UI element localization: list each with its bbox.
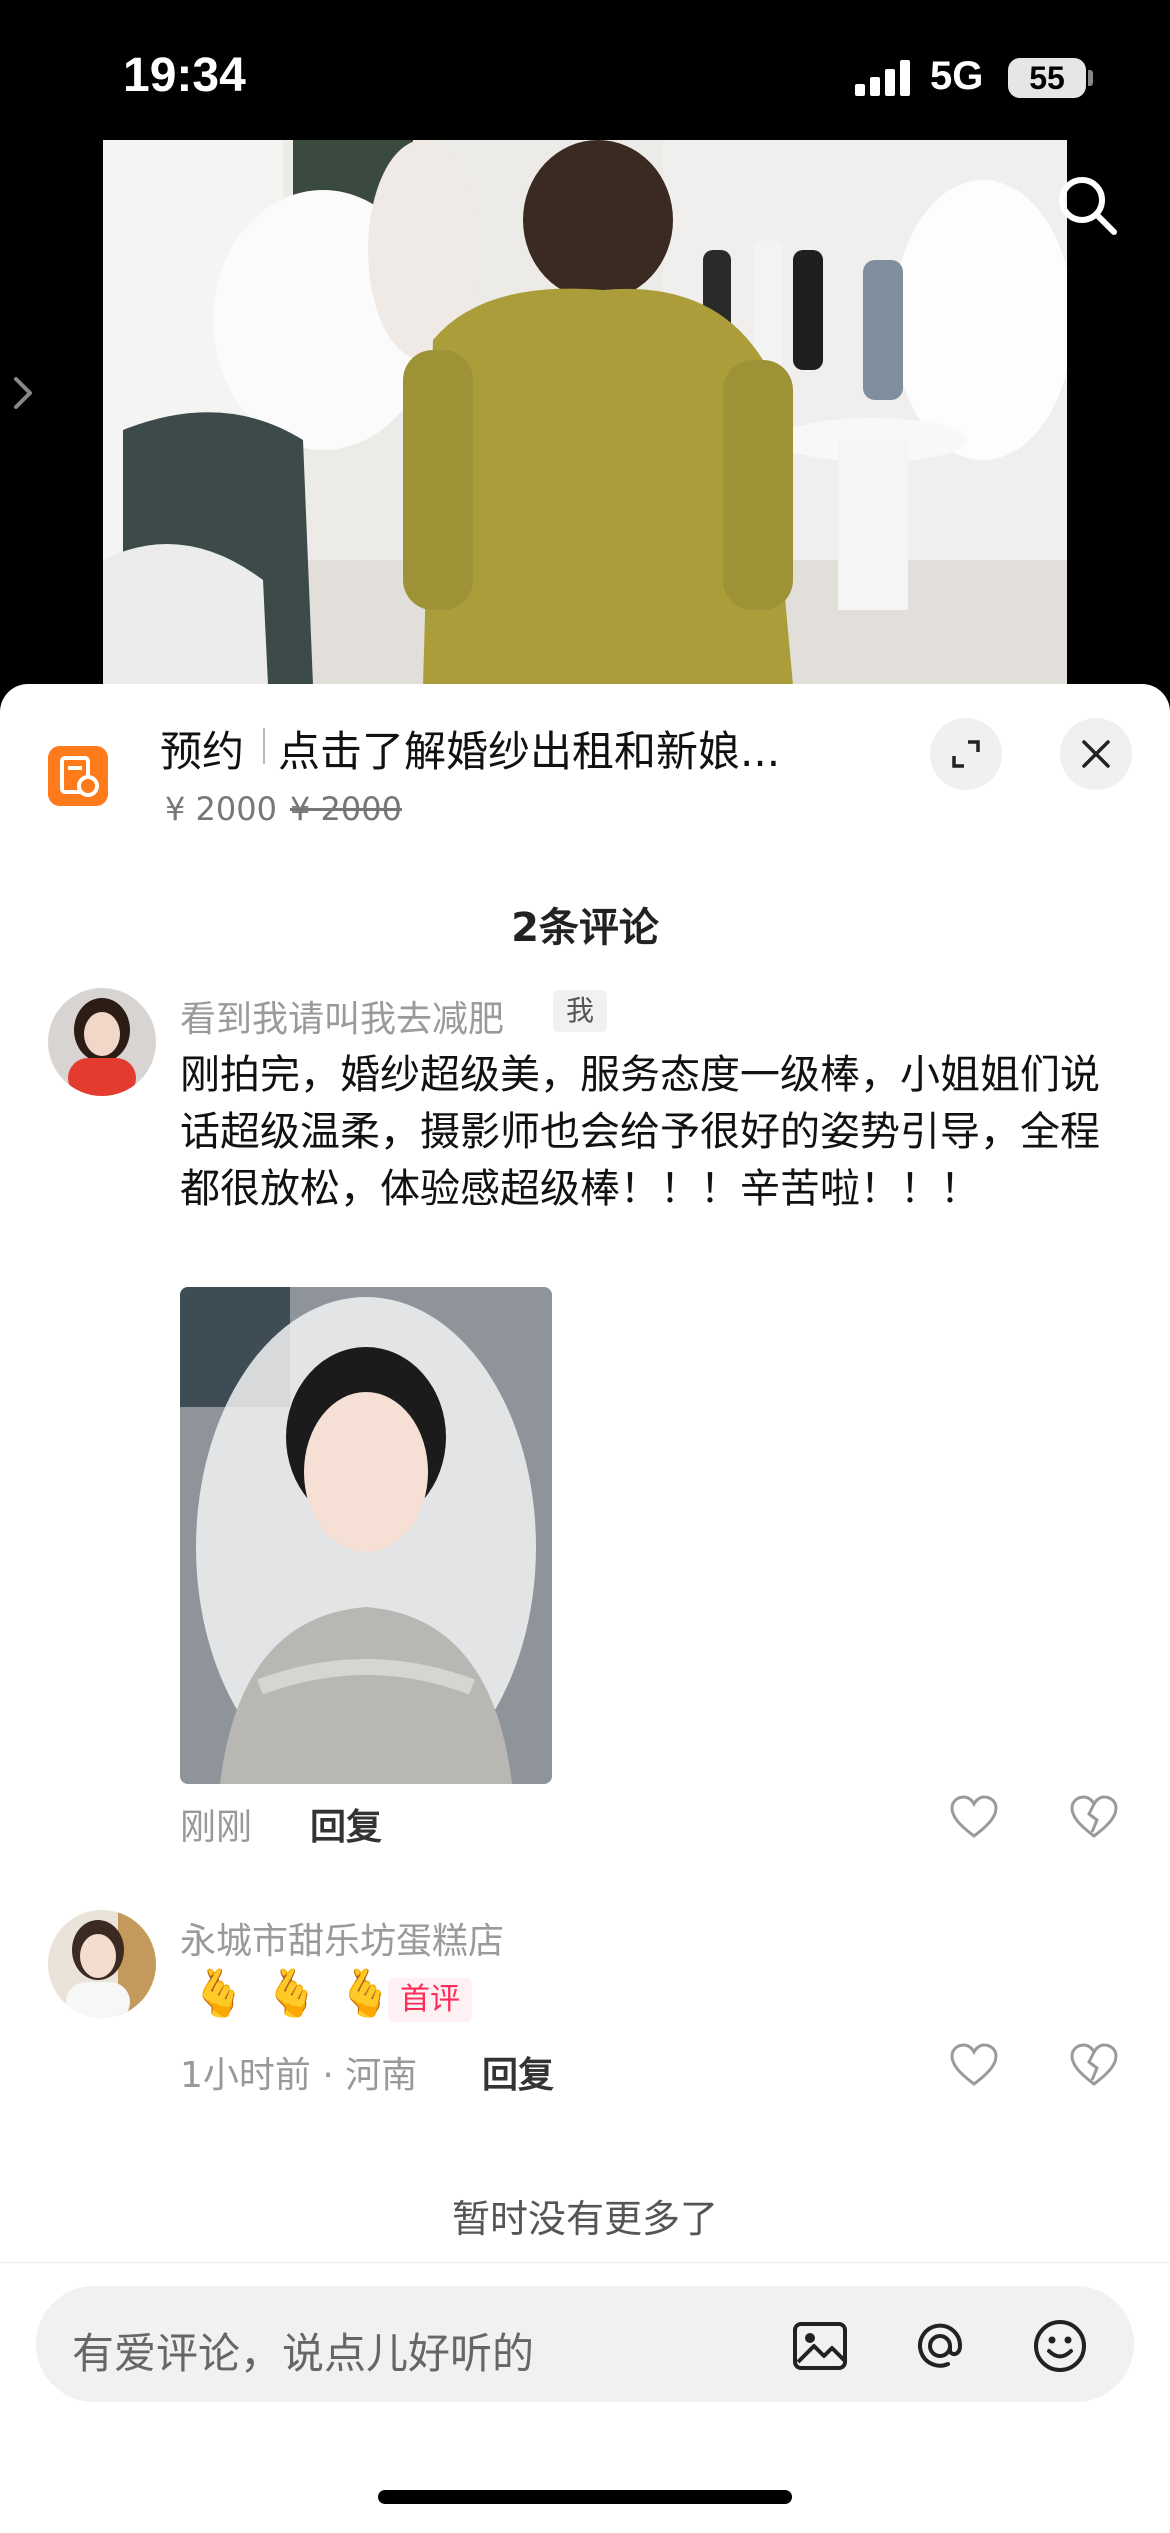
- comment-text: 刚拍完，婚纱超级美，服务态度一级棒，小姐姐们说话超级温柔，摄影师也会给予很好的姿…: [180, 1052, 1100, 1212]
- avatar[interactable]: [48, 988, 156, 1096]
- product-original-price: ¥ 2000: [290, 790, 402, 828]
- close-button[interactable]: [1060, 718, 1132, 790]
- home-indicator: [378, 2490, 792, 2504]
- emoji: 🫰: [263, 1966, 321, 2020]
- signal-icon: [855, 60, 910, 96]
- emoji-row: 🫰 🫰 🫰: [190, 1966, 394, 2021]
- broken-heart-icon[interactable]: [1068, 2040, 1120, 2092]
- me-badge: 我: [553, 990, 607, 1032]
- avatar[interactable]: [48, 1910, 156, 2018]
- heart-icon[interactable]: [948, 2040, 1000, 2092]
- image-icon[interactable]: [790, 2316, 850, 2376]
- chevron-right-icon[interactable]: [12, 375, 36, 411]
- emoji: 🫰: [190, 1966, 248, 2020]
- comment-count: 2条评论: [511, 905, 659, 951]
- product-title[interactable]: 点击了解婚纱出租和新娘...: [278, 718, 838, 779]
- comment-username[interactable]: 看到我请叫我去减肥: [180, 990, 504, 1042]
- first-comment-badge: 首评: [388, 1978, 472, 2022]
- video-frame: [103, 140, 1067, 685]
- search-icon[interactable]: [1052, 170, 1122, 240]
- expand-button[interactable]: [930, 718, 1002, 790]
- product-tag[interactable]: 预约: [160, 718, 244, 779]
- comment-input-placeholder: 有爱评论，说点儿好听的: [72, 2329, 535, 2378]
- battery-cap: [1088, 70, 1093, 86]
- expand-icon: [952, 740, 980, 768]
- smiley-icon[interactable]: [1030, 2316, 1090, 2376]
- comment-username[interactable]: 永城市甜乐坊蛋糕店: [180, 1912, 504, 1964]
- comment-time-location: 1小时前 · 河南: [180, 2055, 418, 2096]
- reply-button[interactable]: 回复: [310, 1798, 382, 1850]
- comment-time: 刚刚: [180, 1807, 253, 1848]
- status-time: 19:34: [123, 49, 246, 102]
- heart-icon[interactable]: [948, 1792, 1000, 1844]
- no-more-label: 暂时没有更多了: [451, 2197, 718, 2241]
- comments-sheet: [0, 684, 1170, 2532]
- close-icon: [1082, 740, 1110, 768]
- reply-button[interactable]: 回复: [482, 2046, 554, 2098]
- at-icon[interactable]: [910, 2316, 970, 2376]
- emoji: 🫰: [336, 1966, 394, 2020]
- broken-heart-icon[interactable]: [1068, 1792, 1120, 1844]
- comment-image[interactable]: [180, 1287, 552, 1784]
- booking-icon: [48, 746, 108, 806]
- network-type: 5G: [930, 54, 984, 98]
- status-bar: 19:34 5G 55: [0, 0, 1170, 140]
- divider: [263, 728, 265, 764]
- battery-icon: 55: [1008, 58, 1086, 98]
- video-player[interactable]: [103, 140, 1067, 685]
- product-price: ¥ 2000: [165, 790, 277, 828]
